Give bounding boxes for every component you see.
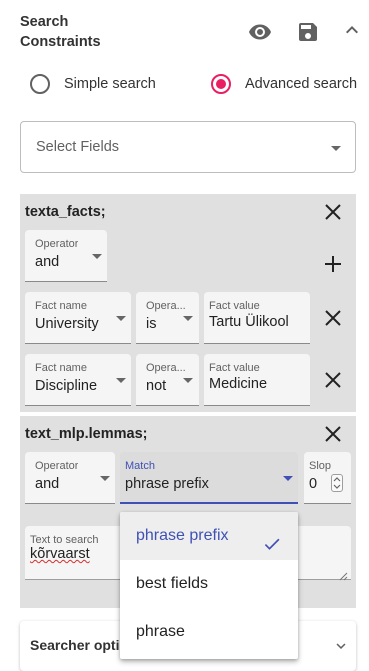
- fact-operator-select[interactable]: Opera... is: [136, 292, 199, 344]
- remove-fact-row-icon[interactable]: [321, 368, 345, 392]
- dropdown-arrow-icon: [100, 476, 110, 481]
- field-label: Text to search: [30, 534, 99, 546]
- dropdown-arrow-icon: [183, 316, 193, 321]
- match-type-select[interactable]: Match phrase prefix: [120, 452, 298, 504]
- eye-icon[interactable]: [248, 20, 272, 44]
- dropdown-arrow-icon: [92, 254, 102, 259]
- fact-operator-select[interactable]: Opera... not: [136, 354, 199, 406]
- dropdown-arrow-icon: [116, 378, 126, 383]
- radio-label-simple: Simple search: [64, 76, 156, 92]
- lemmas-group-title: text_mlp.lemmas;: [25, 426, 148, 442]
- radio-circle-checked[interactable]: [211, 74, 231, 94]
- field-value: Medicine: [209, 376, 268, 392]
- field-value: phrase prefix: [125, 476, 209, 492]
- fact-value-input[interactable]: Fact value Tartu Ülikool: [204, 292, 310, 344]
- field-label: Match: [125, 460, 155, 472]
- fact-value-input[interactable]: Fact value Medicine: [204, 354, 310, 406]
- dropdown-arrow-icon: [331, 146, 341, 151]
- menu-item-label: best fields: [136, 575, 209, 592]
- radio-advanced-search[interactable]: Advanced search: [211, 71, 357, 97]
- field-label: Slop: [309, 460, 332, 472]
- field-label: Opera...: [146, 300, 186, 312]
- field-value: kõrvaarst: [30, 546, 90, 562]
- select-fields-dropdown[interactable]: Select Fields: [20, 121, 356, 173]
- dropdown-arrow-icon: [283, 476, 293, 481]
- facts-operator-select[interactable]: Operator and: [25, 230, 107, 282]
- field-label: Fact value: [209, 300, 260, 312]
- match-dropdown-menu: phrase prefix best fields phrase: [120, 512, 298, 659]
- chevron-down-icon[interactable]: [332, 637, 350, 660]
- fact-name-select[interactable]: Fact name University: [25, 292, 131, 344]
- dropdown-arrow-icon: [183, 378, 193, 383]
- radio-simple-search[interactable]: Simple search: [30, 71, 156, 97]
- field-value: and: [35, 476, 60, 492]
- save-icon[interactable]: [296, 20, 320, 44]
- field-value: University: [35, 316, 99, 332]
- select-fields-placeholder: Select Fields: [36, 139, 120, 155]
- field-value: 0: [309, 476, 318, 492]
- radio-label-advanced: Advanced search: [245, 76, 358, 92]
- remove-fact-row-icon[interactable]: [321, 306, 345, 330]
- field-label: Fact value: [209, 362, 260, 374]
- number-spinner-icon[interactable]: [331, 474, 343, 492]
- radio-circle[interactable]: [30, 74, 50, 94]
- match-option-best-fields[interactable]: best fields: [120, 560, 298, 608]
- field-value: and: [35, 254, 60, 270]
- section-title: Search Constraints: [20, 12, 101, 52]
- chevron-up-icon[interactable]: [340, 18, 364, 42]
- remove-lemmas-group-icon[interactable]: [321, 422, 345, 446]
- field-label: Fact name: [35, 300, 87, 312]
- field-label: Operator: [35, 460, 79, 472]
- section-title-line1: Search: [20, 14, 69, 30]
- resize-handle-icon[interactable]: [339, 568, 348, 586]
- menu-item-label: phrase prefix: [136, 527, 229, 544]
- field-value: is: [146, 316, 157, 332]
- slop-number-input[interactable]: Slop 0: [304, 452, 351, 504]
- lemmas-operator-select[interactable]: Operator and: [25, 452, 115, 504]
- section-title-line2: Constraints: [20, 34, 101, 50]
- field-label: Opera...: [146, 362, 186, 374]
- menu-item-label: phrase: [136, 623, 185, 640]
- field-value: Tartu Ülikool: [209, 314, 289, 330]
- facts-constraint-panel: texta_facts; Operator and Fact name Univ…: [20, 194, 356, 412]
- field-value: Discipline: [35, 378, 98, 394]
- match-option-phrase-prefix[interactable]: phrase prefix: [120, 512, 298, 560]
- fact-name-select[interactable]: Fact name Discipline: [25, 354, 131, 406]
- add-fact-icon[interactable]: [321, 252, 345, 276]
- facts-group-title: texta_facts;: [25, 204, 106, 220]
- match-option-phrase[interactable]: phrase: [120, 608, 298, 656]
- field-label: Fact name: [35, 362, 87, 374]
- remove-facts-group-icon[interactable]: [321, 200, 345, 224]
- dropdown-arrow-icon: [116, 316, 126, 321]
- field-value: not: [146, 378, 167, 394]
- field-label: Operator: [35, 238, 79, 250]
